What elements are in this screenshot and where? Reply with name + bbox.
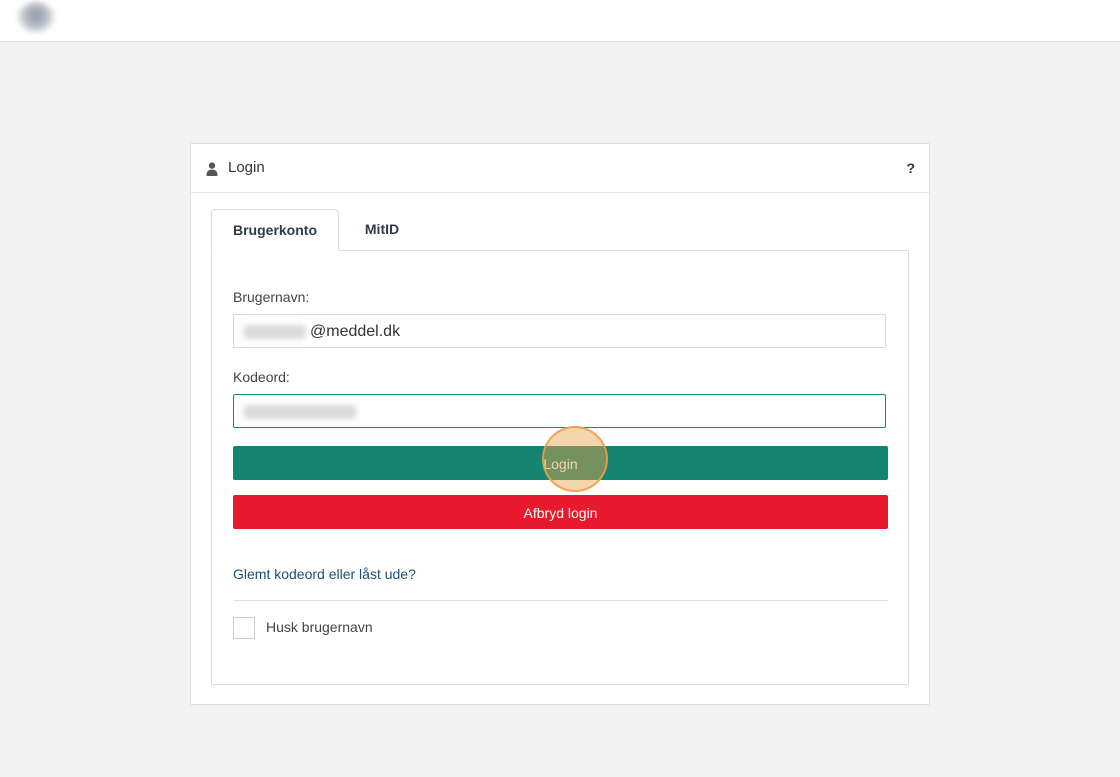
top-bar [0, 0, 1120, 42]
redacted-username [244, 325, 306, 339]
password-field[interactable] [233, 394, 886, 428]
forgot-password-link[interactable]: Glemt kodeord eller låst ude? [233, 566, 416, 582]
tab-brugerkonto[interactable]: Brugerkonto [211, 209, 339, 251]
help-icon[interactable]: ? [906, 160, 915, 176]
divider [233, 600, 888, 601]
password-label: Kodeord: [233, 369, 290, 385]
user-icon [206, 162, 218, 176]
cancel-login-button[interactable]: Afbryd login [233, 495, 888, 529]
remember-username-checkbox[interactable] [233, 617, 255, 639]
username-label: Brugernavn: [233, 289, 310, 305]
username-field[interactable]: @meddel.dk [233, 314, 886, 348]
tab-mitid[interactable]: MitID [339, 209, 425, 249]
card-header: Login ? [191, 144, 929, 193]
remember-username-label: Husk brugernavn [266, 619, 373, 635]
redacted-password [244, 405, 356, 419]
tab-panel: Brugernavn: @meddel.dk Kodeord: Login Af… [211, 250, 909, 685]
login-button[interactable]: Login [233, 446, 888, 480]
username-value: @meddel.dk [310, 323, 401, 340]
logo [18, 2, 54, 32]
login-card: Login ? Brugerkonto MitID Brugernavn: @m… [190, 143, 930, 705]
tab-bar: Brugerkonto MitID [211, 209, 909, 251]
card-title: Login [228, 159, 265, 176]
